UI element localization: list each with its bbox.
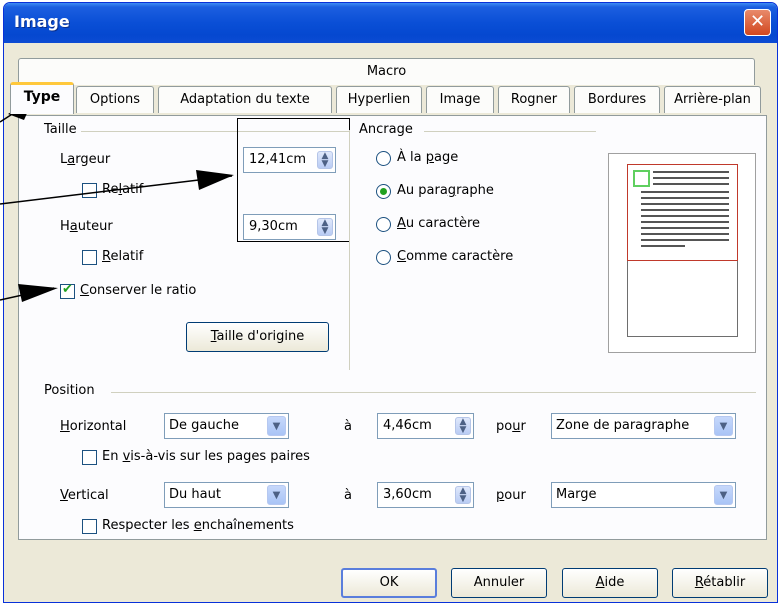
tab-hyperlien-label: Hyperlien (347, 92, 411, 107)
tab-arriere-plan-label: Arrière-plan (674, 92, 751, 107)
vertical-position-value: 3,60cm (383, 487, 432, 502)
ancrage-group-label: Ancrage (359, 122, 417, 137)
retablir-button[interactable]: Rétablir (672, 568, 768, 598)
au-paragraphe-label: Au paragraphe (397, 183, 494, 198)
vertical-select-value: Du haut (169, 487, 221, 502)
radio-au-caractere[interactable] (376, 217, 391, 232)
vertical-spinbox[interactable]: 3,60cm ▲ ▼ (377, 482, 474, 508)
taille-origine-button[interactable]: Taille d'origine (186, 322, 329, 352)
chevron-down-icon[interactable]: ▼ (714, 416, 733, 436)
vis-a-vis-label: En vis-à-vis sur les pages paires (102, 449, 310, 464)
respecter-enchainements-checkbox[interactable] (82, 519, 97, 534)
ok-button[interactable]: OK (341, 568, 437, 598)
tab-image-label: Image (439, 92, 481, 107)
tab-macro-label: Macro (366, 64, 407, 79)
horizontal-spinbox[interactable]: 4,46cm ▲ ▼ (377, 413, 474, 439)
close-button[interactable]: ✕ (744, 9, 771, 36)
tab-type[interactable]: Type (10, 82, 74, 114)
tab-rogner[interactable]: Rogner (498, 86, 570, 113)
pour-label-1: pour (496, 419, 526, 434)
a-label-1: à (344, 419, 352, 434)
comme-caractere-label: Comme caractère (397, 249, 514, 264)
position-group-label: Position (44, 383, 99, 398)
radio-comme-caractere[interactable] (376, 250, 391, 265)
vertical-divider (349, 130, 350, 370)
relatif-hauteur-label: Relatif (102, 249, 144, 264)
taille-group-label: Taille (44, 122, 81, 137)
position-separator (111, 392, 756, 393)
tab-macro[interactable]: Macro (18, 58, 755, 85)
annotation-highlight-box (237, 118, 350, 242)
anchor-preview (608, 153, 756, 353)
aide-button[interactable]: Aide (562, 568, 658, 598)
chevron-down-icon[interactable]: ▼ (714, 485, 733, 505)
type-panel: Taille Largeur 12,41cm ▲ ▼ Relatif Hauteu… (18, 115, 767, 540)
relatif-largeur-checkbox[interactable] (82, 183, 97, 198)
vis-a-vis-checkbox[interactable] (82, 450, 97, 465)
vertical-select[interactable]: Du haut ▼ (164, 482, 289, 508)
conserver-ratio-checkbox[interactable] (60, 282, 75, 299)
annuler-label: Annuler (473, 575, 525, 590)
title-bar[interactable]: Image ✕ (4, 3, 777, 43)
ancrage-separator (424, 131, 596, 132)
tab-adaptation-label: Adaptation du texte (180, 92, 310, 107)
tab-type-label: Type (23, 89, 61, 105)
tab-arriere-plan[interactable]: Arrière-plan (664, 86, 761, 113)
a-label-2: à (344, 488, 352, 503)
largeur-label: Largeur (60, 152, 111, 167)
chevron-down-icon[interactable]: ▼ (267, 416, 286, 436)
tab-options-label: Options (89, 92, 141, 107)
radio-au-paragraphe[interactable] (376, 184, 391, 199)
vertical-label: Vertical (60, 488, 109, 503)
vertical-reference-select[interactable]: Marge ▼ (551, 482, 736, 508)
hauteur-label: Hauteur (60, 219, 113, 234)
chevron-down-icon[interactable]: ▼ (267, 485, 286, 505)
horizontal-select[interactable]: De gauche ▼ (164, 413, 289, 439)
tab-hyperlien[interactable]: Hyperlien (336, 86, 422, 113)
tab-bordures-label: Bordures (587, 92, 647, 107)
relatif-largeur-label: Relatif (102, 182, 144, 197)
relatif-hauteur-checkbox[interactable] (82, 250, 97, 265)
respecter-enchainements-label: Respecter les enchaînements (102, 518, 294, 533)
tab-image[interactable]: Image (426, 86, 494, 113)
spin-arrows-icon[interactable]: ▲ ▼ (455, 486, 471, 504)
a-la-page-label: À la page (397, 150, 459, 165)
vertical-reference-value: Marge (556, 487, 597, 502)
close-icon: ✕ (749, 11, 766, 32)
horizontal-select-value: De gauche (169, 418, 239, 433)
horizontal-reference-value: Zone de paragraphe (556, 418, 690, 433)
spin-arrows-icon[interactable]: ▲ ▼ (455, 417, 471, 435)
preview-text-lines (641, 171, 729, 247)
horizontal-reference-select[interactable]: Zone de paragraphe ▼ (551, 413, 736, 439)
tab-rogner-label: Rogner (510, 92, 558, 107)
horizontal-label: Horizontal (60, 419, 127, 434)
dialog-title: Image (14, 12, 70, 31)
pour-label-2: pour (496, 488, 526, 503)
tab-adaptation-texte[interactable]: Adaptation du texte (158, 86, 332, 113)
tab-options[interactable]: Options (76, 86, 154, 113)
conserver-ratio-label: Conserver le ratio (80, 283, 197, 298)
image-dialog: Image ✕ Macro Type Options Adaptation du… (3, 2, 778, 603)
au-caractere-label: Au caractère (397, 216, 481, 231)
radio-a-la-page[interactable] (376, 151, 391, 166)
ok-label: OK (379, 575, 399, 590)
annuler-button[interactable]: Annuler (451, 568, 547, 598)
tab-bordures[interactable]: Bordures (574, 86, 660, 113)
horizontal-position-value: 4,46cm (383, 418, 432, 433)
